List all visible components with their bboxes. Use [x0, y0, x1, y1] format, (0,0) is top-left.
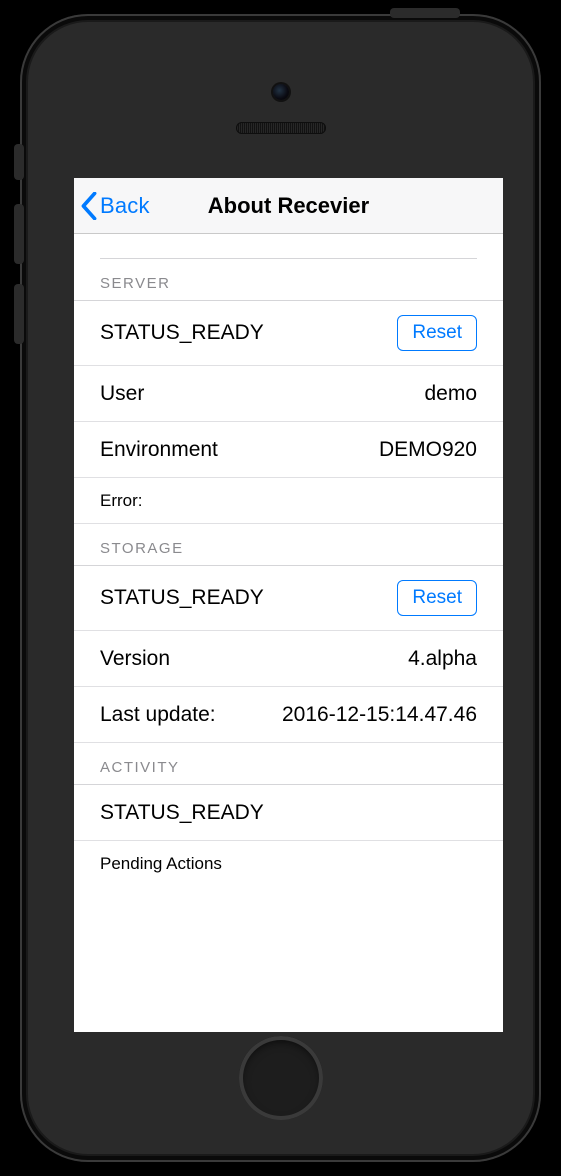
server-error-label: Error:: [100, 491, 143, 511]
activity-status-value: STATUS_READY: [100, 801, 264, 825]
section-header-activity: ACTIVITY: [74, 743, 503, 785]
earpiece-speaker: [236, 122, 326, 134]
server-user-row: User demo: [74, 366, 503, 422]
activity-pending-label: Pending Actions: [100, 854, 222, 874]
storage-reset-button[interactable]: Reset: [397, 580, 477, 616]
power-button: [390, 8, 460, 18]
storage-version-value: 4.alpha: [408, 647, 477, 671]
server-reset-button[interactable]: Reset: [397, 315, 477, 351]
screen: Back About Recevier SERVER STATUS_READY …: [74, 178, 503, 1032]
activity-pending-row: Pending Actions: [74, 841, 503, 887]
phone-frame: Back About Recevier SERVER STATUS_READY …: [20, 14, 541, 1162]
server-user-value: demo: [424, 382, 477, 406]
content-scroll[interactable]: SERVER STATUS_READY Reset User demo Envi…: [74, 234, 503, 1032]
navigation-bar: Back About Recevier: [74, 178, 503, 234]
chevron-left-icon: [80, 192, 98, 220]
storage-status-row: STATUS_READY Reset: [74, 566, 503, 631]
server-status-row: STATUS_READY Reset: [74, 301, 503, 366]
storage-last-update-row: Last update: 2016-12-15:14.47.46: [74, 687, 503, 743]
server-env-value: DEMO920: [379, 438, 477, 462]
front-camera: [273, 84, 289, 100]
mute-switch: [14, 144, 24, 180]
section-header-server: SERVER: [74, 259, 503, 301]
back-button[interactable]: Back: [74, 192, 150, 220]
storage-version-label: Version: [100, 647, 170, 671]
back-label: Back: [100, 193, 150, 219]
activity-status-row: STATUS_READY: [74, 785, 503, 841]
volume-down-button: [14, 284, 24, 344]
server-status-value: STATUS_READY: [100, 321, 264, 345]
section-header-storage: STORAGE: [74, 524, 503, 566]
storage-status-value: STATUS_READY: [100, 586, 264, 610]
home-button[interactable]: [239, 1036, 323, 1120]
storage-version-row: Version 4.alpha: [74, 631, 503, 687]
server-env-row: Environment DEMO920: [74, 422, 503, 478]
server-env-label: Environment: [100, 438, 218, 462]
storage-last-update-value: 2016-12-15:14.47.46: [282, 703, 477, 727]
volume-up-button: [14, 204, 24, 264]
server-error-row: Error:: [74, 478, 503, 524]
phone-bezel: Back About Recevier SERVER STATUS_READY …: [28, 22, 533, 1154]
storage-last-update-label: Last update:: [100, 703, 216, 727]
server-user-label: User: [100, 382, 144, 406]
